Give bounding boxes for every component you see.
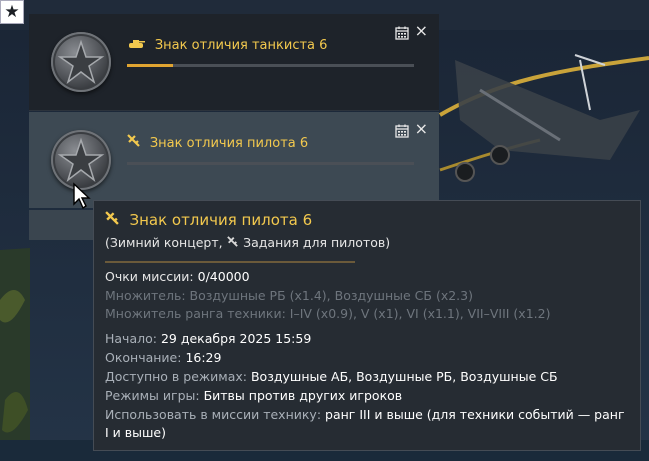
calendar-icon[interactable]: [395, 124, 409, 138]
tank-icon: [127, 38, 149, 52]
card-title-text: Знак отличия танкиста 6: [154, 38, 328, 53]
card-title-text: Знак отличия пилота 6: [149, 136, 309, 151]
medal-icon: [51, 130, 111, 190]
corner-star-button[interactable]: ★: [0, 0, 24, 24]
mission-points-value: 0/40000: [197, 269, 250, 284]
progress-fill: [127, 64, 173, 67]
card-title: Знак отличия танкиста 6: [127, 38, 327, 53]
game-modes-row: Режимы игры: Битвы против других игроков: [105, 388, 402, 403]
end-label: Окончание:: [105, 350, 182, 365]
mission-category: Задания для пилотов): [243, 235, 391, 250]
calendar-icon[interactable]: [395, 26, 409, 40]
start-label: Начало:: [105, 331, 157, 346]
game-modes-value: Битвы против других игроков: [203, 388, 403, 403]
mission-tooltip: Знак отличия пилота 6 (Зимний концерт, З…: [93, 200, 641, 451]
end-row: Окончание: 16:29: [105, 350, 221, 365]
multiplier-row: Множитель: Воздушные РБ (x1.4), Воздушны…: [105, 288, 473, 303]
divider: [105, 261, 355, 263]
mission-progress-bar: [127, 64, 414, 67]
start-value: 29 декабря 2025 15:59: [160, 331, 312, 346]
close-icon[interactable]: ×: [415, 23, 428, 39]
plane-icon: [127, 134, 144, 150]
end-value: 16:29: [185, 350, 222, 365]
rank-multiplier-row: Множитель ранга техники: I–IV (x0.9), V …: [105, 306, 551, 321]
mission-points-label: Очки миссии:: [105, 269, 194, 284]
tooltip-subtitle: (Зимний концерт, Задания для пилотов): [105, 235, 390, 250]
modes-label: Доступно в режимах:: [105, 369, 247, 384]
modes-value: Воздушные АБ, Воздушные РБ, Воздушные СБ: [250, 369, 558, 384]
card-title: Знак отличия пилота 6: [127, 134, 308, 151]
vehicles-row: Использовать в миссии технику: ранг III …: [105, 406, 630, 442]
star-icon: ★: [4, 2, 20, 22]
tooltip-title-text: Знак отличия пилота 6: [129, 211, 313, 229]
mission-points-row: Очки миссии: 0/40000: [105, 269, 250, 284]
start-row: Начало: 29 декабря 2025 15:59: [105, 331, 311, 346]
game-modes-label: Режимы игры:: [105, 388, 200, 403]
modes-row: Доступно в режимах: Воздушные АБ, Воздуш…: [105, 369, 558, 384]
event-name: (Зимний концерт,: [105, 235, 223, 250]
medal-icon: [51, 32, 111, 92]
close-icon[interactable]: ×: [415, 121, 428, 137]
vehicles-label: Использовать в миссии технику:: [105, 407, 322, 422]
plane-icon: [105, 211, 123, 229]
mission-card-tanker[interactable]: Знак отличия танкиста 6 ×: [29, 14, 439, 111]
plane-icon: [226, 236, 242, 250]
mouse-cursor-icon: [73, 182, 91, 210]
mission-progress-bar: [127, 162, 414, 165]
tooltip-title: Знак отличия пилота 6: [105, 211, 312, 229]
